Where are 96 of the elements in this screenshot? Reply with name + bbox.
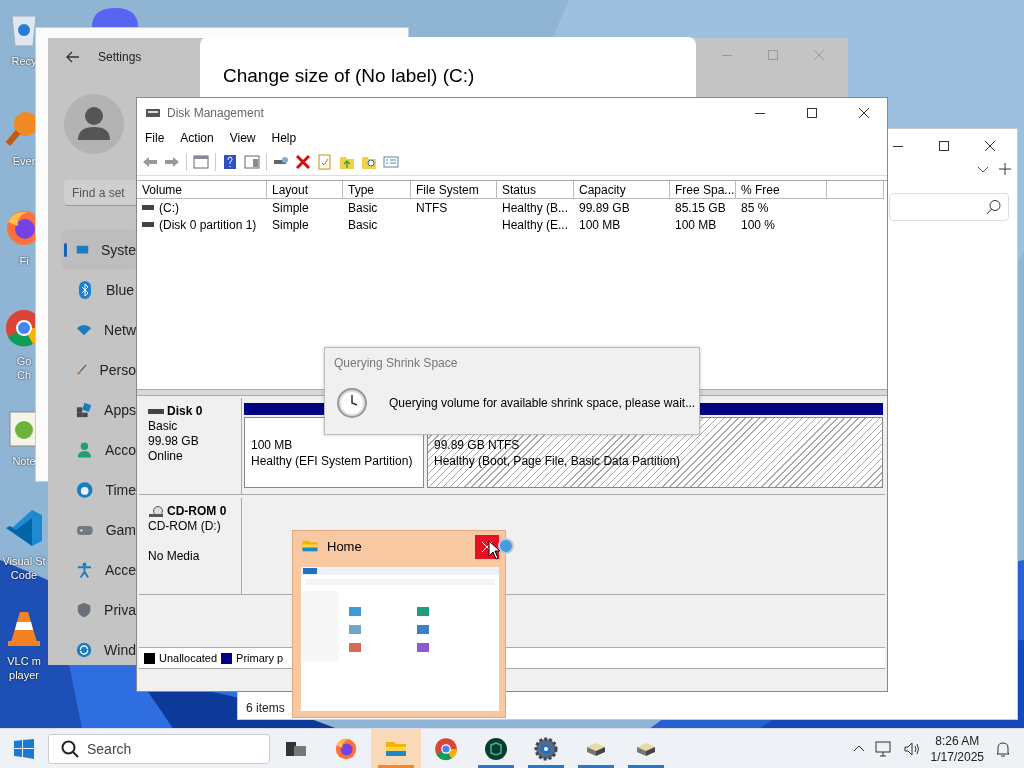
- table-cell: (Disk 0 partition 1): [137, 216, 267, 233]
- table-cell-text: Healthy (B...: [501, 199, 570, 216]
- chrome-icon: [434, 737, 458, 761]
- disk-info: Online: [148, 449, 184, 464]
- plus-icon[interactable]: [999, 163, 1011, 175]
- table-cell-text: 100 MB: [674, 216, 718, 233]
- disk-info: CD-ROM (D:): [148, 519, 222, 534]
- settings-icon: [534, 737, 558, 761]
- table-cell-text: Simple: [271, 216, 310, 233]
- column-header[interactable]: Type: [343, 181, 411, 199]
- table-cell-text: 99.89 GB: [578, 199, 631, 216]
- nav-item[interactable]: Priva: [62, 590, 136, 630]
- menu-item[interactable]: Action: [172, 131, 222, 145]
- nav-item[interactable]: Blue: [62, 270, 136, 310]
- nav-item[interactable]: Gam: [62, 510, 136, 550]
- dialog-message: Querying volume for available shrink space, please wait...: [389, 396, 696, 410]
- column-header[interactable]: Volume: [137, 181, 267, 199]
- notification-icon[interactable]: [994, 740, 1012, 758]
- close-icon[interactable]: [985, 141, 995, 151]
- disk-info: No Media: [148, 549, 201, 564]
- firefox-icon: [334, 737, 358, 761]
- table-cell-text: Simple: [271, 199, 310, 216]
- desktop-icon-label[interactable]: VLC m: [7, 654, 41, 668]
- search-field[interactable]: Search: [48, 734, 270, 764]
- status-text: 6 items: [246, 701, 285, 715]
- disk-name: CD-ROM 0: [148, 504, 241, 519]
- cd-drive-icon: [148, 505, 164, 518]
- menu-item[interactable]: File: [137, 131, 173, 145]
- desktop-icon-label[interactable]: player: [9, 668, 39, 682]
- nav-item[interactable]: Syste: [62, 230, 136, 270]
- column-header[interactable]: Status: [497, 181, 574, 199]
- table-cell-text: Basic: [347, 216, 379, 233]
- table-cell-text: 85 %: [740, 199, 770, 216]
- window-title: Disk Management: [167, 105, 265, 120]
- search-icon: [61, 740, 79, 758]
- delete-icon[interactable]: [293, 152, 313, 172]
- accessibility-icon: [76, 561, 93, 579]
- table-cell-text: 100 MB: [578, 216, 622, 233]
- menu-item[interactable]: View: [221, 131, 264, 145]
- back-icon[interactable]: [66, 51, 80, 63]
- nav-item[interactable]: Netw: [62, 310, 136, 350]
- nav-item[interactable]: Acco: [62, 430, 136, 470]
- column-header[interactable]: Capacity: [574, 181, 670, 199]
- maximize-icon[interactable]: [807, 107, 817, 118]
- nav-item[interactable]: Acce: [62, 550, 136, 590]
- desktop-icon-label[interactable]: Code: [10, 568, 38, 582]
- bluetooth-icon: [76, 281, 94, 299]
- nav-item[interactable]: Apps: [62, 390, 136, 430]
- search-field[interactable]: [889, 193, 1009, 221]
- table-cell-text: Healthy (E...: [501, 216, 570, 233]
- disk-info: 99.98 GB: [148, 434, 200, 449]
- search-field[interactable]: Find a set: [64, 180, 136, 206]
- maximize-icon[interactable]: [939, 141, 949, 151]
- table-cell-text: Basic: [347, 199, 379, 216]
- volume-icon[interactable]: [902, 740, 921, 758]
- close-icon[interactable]: [859, 107, 869, 118]
- nav-item[interactable]: Wind: [62, 630, 136, 670]
- drive-icon: [142, 221, 154, 228]
- window-thumbnail[interactable]: Home: [292, 530, 506, 718]
- column-header[interactable]: % Free: [736, 181, 827, 199]
- nav-item[interactable]: Time: [62, 470, 136, 510]
- network-icon[interactable]: [874, 740, 893, 758]
- drive-icon: [142, 204, 154, 211]
- apps-icon: [76, 401, 93, 419]
- dialog-title: Change size of (No label) (C:): [223, 65, 475, 87]
- window-icon[interactable]: [191, 152, 211, 172]
- window-title: Settings: [98, 50, 142, 64]
- start-icon[interactable]: [13, 738, 35, 760]
- clock-time[interactable]: 8:26 AM: [935, 733, 980, 749]
- avatar-icon: [64, 94, 124, 154]
- shield-icon: [76, 601, 93, 619]
- person-icon: [76, 441, 93, 459]
- clock-icon: [76, 481, 94, 499]
- clock-icon: [337, 388, 367, 418]
- menu-item[interactable]: Help: [263, 131, 305, 145]
- table-cell-text: NTFS: [415, 199, 449, 216]
- column-header[interactable]: Layout: [267, 181, 343, 199]
- table-cell-text: 100 %: [740, 216, 777, 233]
- clock-date[interactable]: 1/17/2025: [930, 749, 984, 765]
- table-cell-text: 85.15 GB: [674, 199, 727, 216]
- disk-info: Basic: [148, 419, 179, 434]
- drive-icon: [148, 408, 164, 415]
- update-icon: [76, 641, 93, 659]
- window-icon[interactable]: [242, 152, 262, 172]
- nav-item[interactable]: Perso: [62, 350, 136, 390]
- column-header[interactable]: File System: [411, 181, 497, 199]
- code-editor-icon: [4, 508, 44, 548]
- search-icon: [986, 199, 1002, 215]
- column-header[interactable]: Free Spa...: [670, 181, 736, 199]
- pointer-icon: [488, 540, 502, 560]
- disk-name: Disk 0: [148, 404, 241, 419]
- table-cell: (C:): [137, 199, 267, 216]
- legend-label: Unallocated: [159, 652, 218, 664]
- thumbnail-title: Home: [327, 538, 362, 554]
- legend-label: Primary p: [236, 652, 284, 664]
- dialog-title: Querying Shrink Space: [334, 356, 458, 370]
